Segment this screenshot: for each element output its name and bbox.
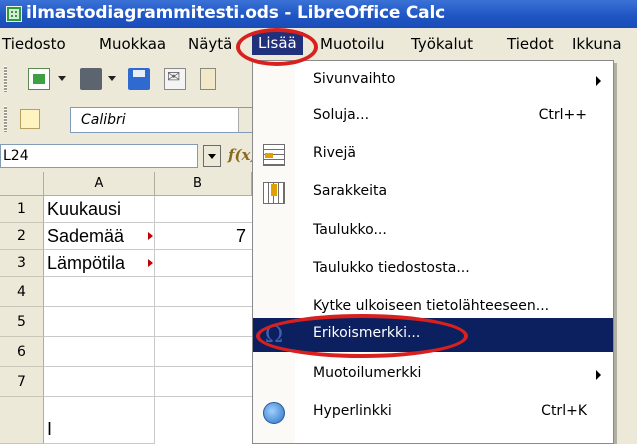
menu-tiedot[interactable]: Tiedot xyxy=(507,35,554,53)
special-character-icon: Ω xyxy=(264,323,284,348)
insert-rows-icon xyxy=(263,144,285,166)
menu-item-label: Taulukko tiedostosta... xyxy=(313,260,470,276)
column-header-a[interactable]: A xyxy=(44,172,155,196)
menu-item-hyperlinkki[interactable]: Hyperlinkki Ctrl+K xyxy=(253,395,613,431)
select-all-corner[interactable] xyxy=(0,172,44,196)
cell-b5[interactable] xyxy=(155,307,252,337)
row-header-3[interactable]: 3 xyxy=(0,250,44,277)
menu-item-shortcut: Ctrl+K xyxy=(541,403,587,419)
styles-icon[interactable] xyxy=(20,109,40,129)
menu-item-label: Rivejä xyxy=(313,145,356,161)
font-name-box[interactable]: Calibri xyxy=(70,107,252,133)
insert-menu: Sivunvaihto Soluja... Ctrl++ Rivejä Sara… xyxy=(252,60,614,444)
cell-a1-text: Kuukausi xyxy=(47,199,122,219)
cell-b2[interactable]: 7 xyxy=(155,223,252,250)
cell-a3-text: Lämpötila xyxy=(47,253,126,273)
menu-item-label: Muotoilumerkki xyxy=(313,365,422,381)
name-box-dropdown-icon[interactable] xyxy=(203,145,221,167)
font-name-value: Calibri xyxy=(81,112,126,128)
window-title: ilmastodiagrammitesti.ods - LibreOffice … xyxy=(26,3,445,23)
open-folder-icon[interactable] xyxy=(80,68,102,90)
cell-a8-text: I xyxy=(47,419,53,439)
submenu-arrow-icon xyxy=(596,370,601,380)
save-icon[interactable] xyxy=(128,68,150,90)
menu-bar: Tiedosto Muokkaa Näytä Lisää Muotoilu Ty… xyxy=(0,28,637,60)
menu-tyokalut[interactable]: Työkalut xyxy=(411,35,473,53)
row-header-6[interactable]: 6 xyxy=(0,337,44,367)
row-header-2[interactable]: 2 xyxy=(0,223,44,250)
row-header-1[interactable]: 1 xyxy=(0,196,44,223)
text-overflow-indicator-icon xyxy=(148,232,153,240)
menu-item-sarakkeita[interactable]: Sarakkeita xyxy=(253,175,613,211)
cell-a5[interactable] xyxy=(44,307,155,337)
hyperlink-icon xyxy=(263,400,285,424)
cell-b2-text: 7 xyxy=(235,226,246,246)
menu-item-label: Sarakkeita xyxy=(313,183,388,199)
menu-item-sivunvaihto[interactable]: Sivunvaihto xyxy=(253,63,613,99)
cell-b3[interactable] xyxy=(155,250,252,277)
menu-item-label: Sivunvaihto xyxy=(313,71,396,87)
menu-item-soluja[interactable]: Soluja... Ctrl++ xyxy=(253,99,613,135)
insert-columns-icon xyxy=(263,182,285,204)
cell-a6[interactable] xyxy=(44,337,155,367)
menu-item-taulukko[interactable]: Taulukko... xyxy=(253,214,613,250)
menu-item-riveja[interactable]: Rivejä xyxy=(253,137,613,173)
menu-item-shortcut: Ctrl++ xyxy=(538,107,587,123)
cell-a2[interactable]: Sademää xyxy=(44,223,155,250)
open-dropdown-arrow-icon[interactable] xyxy=(108,76,116,81)
row-header-8[interactable] xyxy=(0,397,44,444)
name-box[interactable]: L24 xyxy=(0,144,198,168)
name-box-value: L24 xyxy=(3,148,29,164)
cell-a3[interactable]: Lämpötila xyxy=(44,250,155,277)
row-header-7[interactable]: 7 xyxy=(0,367,44,397)
text-overflow-indicator-icon xyxy=(148,259,153,267)
menu-item-erikoismerkki[interactable]: Ω Erikoismerkki... xyxy=(253,318,613,352)
cell-a8[interactable]: I xyxy=(44,397,155,444)
cell-b1[interactable] xyxy=(155,196,252,223)
menu-ikkuna[interactable]: Ikkuna xyxy=(572,35,622,53)
cell-b7[interactable] xyxy=(155,367,252,397)
toolbar-grip[interactable] xyxy=(4,106,7,132)
menu-item-label: Hyperlinkki xyxy=(313,403,392,419)
menu-lisaa[interactable]: Lisää xyxy=(252,32,303,55)
spreadsheet-grid: A B 1 2 3 4 5 6 7 Kuukausi Sademää 7 Läm… xyxy=(0,172,252,444)
menu-item-label: Taulukko... xyxy=(313,222,387,238)
calc-app-icon xyxy=(6,6,22,22)
cell-b4[interactable] xyxy=(155,277,252,307)
new-dropdown-arrow-icon[interactable] xyxy=(58,76,66,81)
menu-item-label: Kytke ulkoiseen tietolähteeseen... xyxy=(313,298,550,314)
cell-a2-text: Sademää xyxy=(47,226,125,246)
cell-a4[interactable] xyxy=(44,277,155,307)
edit-file-icon[interactable] xyxy=(200,68,216,90)
menu-muokkaa[interactable]: Muokkaa xyxy=(99,35,166,53)
row-header-5[interactable]: 5 xyxy=(0,307,44,337)
menu-muotoilu[interactable]: Muotoilu xyxy=(320,35,385,53)
cell-a7[interactable] xyxy=(44,367,155,397)
menu-item-taulukko-tiedostosta[interactable]: Taulukko tiedostosta... xyxy=(253,252,613,288)
new-document-icon[interactable] xyxy=(28,68,50,90)
column-header-b[interactable]: B xyxy=(155,172,252,196)
email-document-icon[interactable] xyxy=(164,67,186,90)
menu-tiedosto[interactable]: Tiedosto xyxy=(2,35,66,53)
row-header-4[interactable]: 4 xyxy=(0,277,44,307)
toolbar-grip[interactable] xyxy=(4,66,7,92)
cell-a1[interactable]: Kuukausi xyxy=(44,196,155,223)
menu-item-label: Soluja... xyxy=(313,107,370,123)
cell-b6[interactable] xyxy=(155,337,252,367)
menu-nayta[interactable]: Näytä xyxy=(188,35,232,53)
menu-item-muotoilumerkki[interactable]: Muotoilumerkki xyxy=(253,357,613,393)
title-bar: ilmastodiagrammitesti.ods - LibreOffice … xyxy=(0,0,637,28)
submenu-arrow-icon xyxy=(596,76,601,86)
menu-item-label: Erikoismerkki... xyxy=(313,325,421,341)
